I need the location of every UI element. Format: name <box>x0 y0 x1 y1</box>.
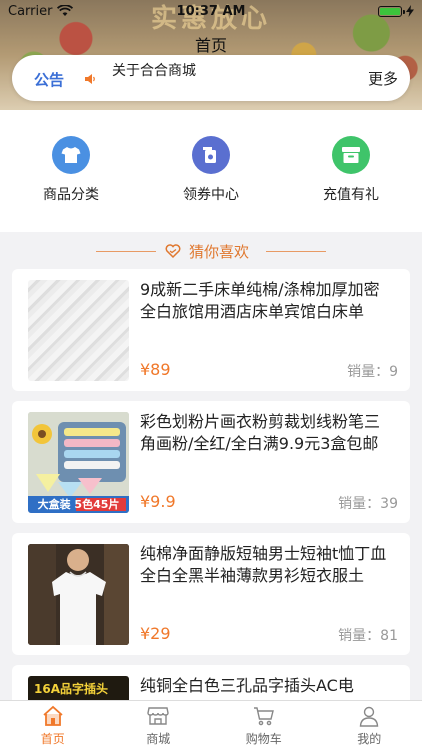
product-sales: 销量：81 <box>338 628 398 644</box>
product-card[interactable]: 纯棉净面静版短轴男士短袖t恤丁血全白全黑半袖薄款男衫短衣服土 ¥29 销量：81 <box>12 533 410 655</box>
section-title: 猜你喜欢 <box>189 243 250 261</box>
battery-icon <box>378 5 405 17</box>
product-price: ¥9.9 <box>140 492 176 511</box>
quick-item-category[interactable]: 商品分类 <box>1 136 141 204</box>
notice-tag: 公告 <box>34 71 65 89</box>
tab-label: 购物车 <box>245 732 282 746</box>
product-title: 彩色划粉片画衣粉剪裁划线粉笔三角画粉/全红/全白满9.9元3盒包邮 <box>140 412 381 453</box>
product-title: 9成新二手床单纯棉/涤棉加厚加密全白旅馆用酒店床单宾馆白床单 <box>140 280 380 321</box>
quick-label: 商品分类 <box>43 187 99 203</box>
speaker-icon <box>85 74 95 84</box>
product-image-badge: 大盒装 5色45片 <box>37 498 120 511</box>
tab-cart[interactable]: 购物车 <box>211 701 317 750</box>
battery-fill <box>380 7 400 15</box>
bottom-tab-bar: 首页 商城 购物车 我的 <box>0 700 422 750</box>
product-sales: 销量：9 <box>347 364 398 380</box>
tab-label: 首页 <box>40 732 65 746</box>
tshirt-photo <box>28 544 129 645</box>
tshirt-icon <box>52 136 90 174</box>
product-image[interactable]: 大盒装 5色45片 <box>28 412 129 513</box>
tab-profile[interactable]: 我的 <box>317 701 422 750</box>
product-image[interactable] <box>28 544 129 645</box>
product-title: 纯棉净面静版短轴男士短袖t恤丁血全白全黑半袖薄款男衫短衣服土 <box>140 544 387 585</box>
tab-home[interactable]: 首页 <box>0 701 106 750</box>
page-title: 首页 <box>194 36 227 55</box>
section-divider-right <box>266 251 326 252</box>
status-bar: Carrier 10:37 AM <box>0 0 422 22</box>
gift-box-icon <box>332 136 370 174</box>
cart-icon <box>253 707 274 726</box>
coupon-icon <box>192 136 230 174</box>
tab-label: 商城 <box>146 732 171 746</box>
quick-actions: 商品分类 领券中心 充值有礼 <box>0 110 422 232</box>
product-sales: 销量：39 <box>338 496 398 512</box>
quick-item-coupon[interactable]: 领券中心 <box>141 136 281 204</box>
heart-icon <box>165 244 181 259</box>
product-price: ¥89 <box>140 360 171 379</box>
user-icon <box>360 706 379 727</box>
store-icon <box>147 707 169 725</box>
section-heading: 猜你喜欢 <box>0 238 422 264</box>
tab-label: 我的 <box>357 732 382 746</box>
quick-label: 充值有礼 <box>323 187 379 203</box>
tab-store[interactable]: 商城 <box>106 701 212 750</box>
product-card[interactable]: 9成新二手床单纯棉/涤棉加厚加密全白旅馆用酒店床单宾馆白床单 ¥89 销量：9 <box>12 269 410 391</box>
section-divider-left <box>96 251 156 252</box>
product-price: ¥29 <box>140 624 171 643</box>
product-image[interactable] <box>28 280 129 381</box>
status-time: 10:37 AM <box>176 3 246 19</box>
notice-more-link[interactable]: 更多 <box>368 68 398 89</box>
notice-bar[interactable]: 公告 关于合合商城 更多 <box>12 55 410 101</box>
notice-text[interactable]: 关于合合商城 <box>112 60 196 80</box>
product-title: 纯铜全白色三孔品字插头AC电 <box>140 676 354 695</box>
product-card[interactable]: 大盒装 5色45片 彩色划粉片画衣粉剪裁划线粉笔三角画粉/全红/全白满9.9元3… <box>12 401 410 523</box>
home-icon <box>43 705 63 726</box>
quick-label: 领券中心 <box>183 187 239 203</box>
quick-item-recharge[interactable]: 充值有礼 <box>281 136 421 204</box>
product-image-badge: 16A品字插头 <box>34 682 108 696</box>
